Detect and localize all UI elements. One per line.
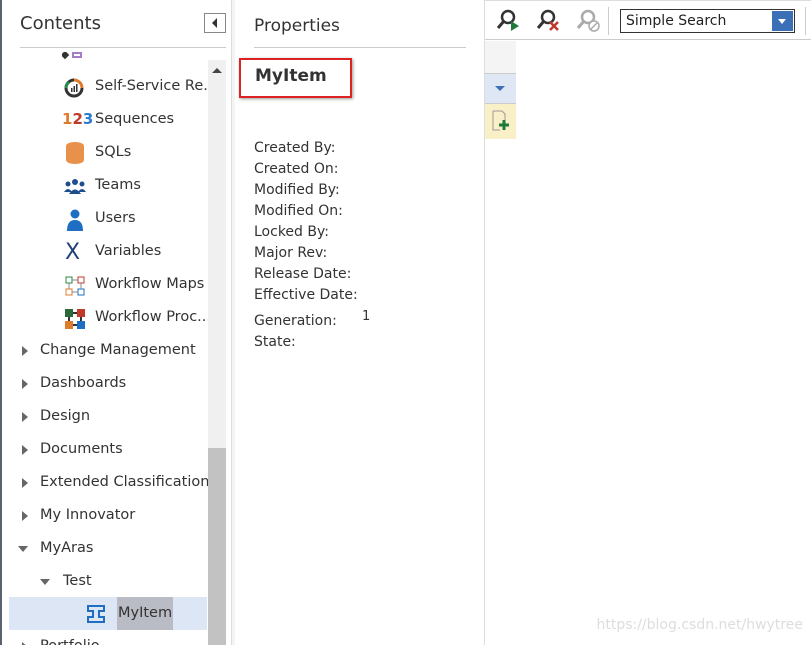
tree-item-label: Dashboards: [40, 375, 127, 391]
workflow-process-icon: [65, 309, 85, 329]
generation-value: 1: [362, 309, 371, 324]
self-service-report-icon: [64, 78, 84, 98]
sequences-123-icon: 123: [62, 110, 94, 128]
collapse-arrow-icon[interactable]: [40, 579, 50, 585]
item-name-highlight: MyItem: [239, 58, 352, 98]
release-date-label: Release Date:: [254, 266, 352, 282]
tree-item-label: Extended Classification: [40, 474, 210, 490]
created-on-label: Created On:: [254, 161, 339, 177]
tree-item-label: Documents: [40, 441, 123, 457]
expand-arrow-icon[interactable]: [22, 412, 28, 422]
tree-category-portfolio[interactable]: Portfolio: [7, 630, 207, 645]
properties-title: Properties: [254, 16, 340, 36]
tree-category-change-management[interactable]: Change Management: [7, 334, 207, 367]
itemtype-icon: [87, 605, 105, 623]
tree-item-label: Teams: [95, 177, 141, 193]
search-grid-panel: Simple Search: [485, 0, 811, 645]
tree-item-myitem[interactable]: MyItem: [9, 597, 207, 630]
scroll-up-arrow-icon[interactable]: [212, 68, 222, 73]
search-toolbar: Simple Search: [485, 0, 811, 40]
tree-item-label: Self-Service Re...: [95, 78, 218, 94]
tree-item-label: Workflow Maps: [95, 276, 205, 292]
new-row-button[interactable]: [485, 104, 516, 139]
tree-item-label: My Innovator: [40, 507, 136, 523]
major-rev-label: Major Rev:: [254, 245, 328, 261]
grid-corner: [485, 41, 516, 74]
tree-item-users[interactable]: Users: [7, 202, 207, 235]
tree-item-sequences[interactable]: 123 Sequences: [7, 103, 207, 136]
toolbar-separator: [608, 7, 609, 35]
run-search-icon[interactable]: [495, 9, 521, 33]
properties-panel: Properties MyItem Created By: Created On…: [235, 0, 485, 645]
tree-category-design[interactable]: Design: [7, 400, 207, 433]
tree-item-label: Portfolio: [40, 630, 100, 645]
tree-item-label: SQLs: [95, 144, 132, 160]
tree-folder-test[interactable]: Test: [7, 565, 207, 598]
modified-on-label: Modified On:: [254, 203, 343, 219]
watermark: https://blog.csdn.net/hwytree: [596, 617, 803, 633]
variable-x-icon: X: [65, 240, 81, 265]
search-mode-select[interactable]: Simple Search: [620, 9, 795, 33]
locked-by-label: Locked By:: [254, 224, 329, 240]
tree-item-label: Users: [95, 210, 136, 226]
tree-item-label: Change Management: [40, 342, 196, 358]
tree-scrollbar[interactable]: [208, 60, 226, 645]
tree-item-teams[interactable]: Teams: [7, 169, 207, 202]
database-cylinder-icon: [66, 142, 84, 164]
tree-category-extended-classification[interactable]: Extended Classification: [7, 466, 210, 499]
workflow-map-icon: [65, 276, 85, 296]
tree-item-label: Design: [40, 408, 91, 424]
tree-category-dashboards[interactable]: Dashboards: [7, 367, 207, 400]
item-name: MyItem: [255, 66, 327, 86]
divider: [254, 47, 466, 48]
tree-category-myaras[interactable]: MyAras: [7, 532, 207, 565]
clear-search-icon[interactable]: [535, 9, 561, 33]
tree-item-sqls[interactable]: SQLs: [7, 136, 207, 169]
generation-label: Generation:: [254, 313, 337, 329]
contents-panel: Contents Self-Service Re... 123 Sequence…: [0, 0, 232, 645]
expand-arrow-icon[interactable]: [22, 511, 28, 521]
tree-item-label: MyAras: [40, 540, 94, 556]
tree-item-label: Test: [63, 573, 92, 589]
teams-icon: [64, 179, 86, 194]
criteria-dropdown-icon[interactable]: [485, 74, 516, 104]
tree-category-documents[interactable]: Documents: [7, 433, 207, 466]
tree-item-label: MyItem: [117, 597, 174, 630]
tree-item-label: Workflow Proc...: [95, 309, 211, 325]
collapse-panel-button[interactable]: [204, 13, 226, 33]
expand-arrow-icon[interactable]: [22, 478, 28, 488]
tree-item-workflow-maps[interactable]: Workflow Maps: [7, 268, 207, 301]
expand-arrow-icon[interactable]: [22, 379, 28, 389]
expand-arrow-icon[interactable]: [22, 346, 28, 356]
tree-category-my-innovator[interactable]: My Innovator: [7, 499, 207, 532]
contents-title: Contents: [20, 13, 101, 34]
created-by-label: Created By:: [254, 140, 336, 156]
grid-row-header: [485, 41, 516, 139]
scrollbar-thumb[interactable]: [208, 448, 226, 645]
modified-by-label: Modified By:: [254, 182, 340, 198]
effective-date-label: Effective Date:: [254, 287, 358, 303]
expand-arrow-icon[interactable]: [22, 445, 28, 455]
tree-item-label: Sequences: [95, 111, 175, 127]
collapse-arrow-icon[interactable]: [18, 546, 28, 552]
disabled-search-icon: [576, 9, 600, 32]
user-icon: [67, 209, 83, 231]
tree-item-self-service-reports[interactable]: Self-Service Re...: [7, 70, 217, 103]
partial-item-icon: [62, 52, 82, 60]
tree-item-label: Variables: [95, 243, 162, 259]
tree-item-variables[interactable]: X Variables: [7, 235, 207, 268]
chevron-down-icon[interactable]: [772, 11, 793, 31]
toolbar-separator: [805, 7, 806, 35]
tree-item-workflow-processes[interactable]: Workflow Proc...: [7, 301, 211, 334]
divider: [20, 47, 226, 48]
search-mode-value: Simple Search: [626, 13, 727, 29]
add-document-icon: [492, 110, 509, 131]
state-label: State:: [254, 334, 296, 350]
